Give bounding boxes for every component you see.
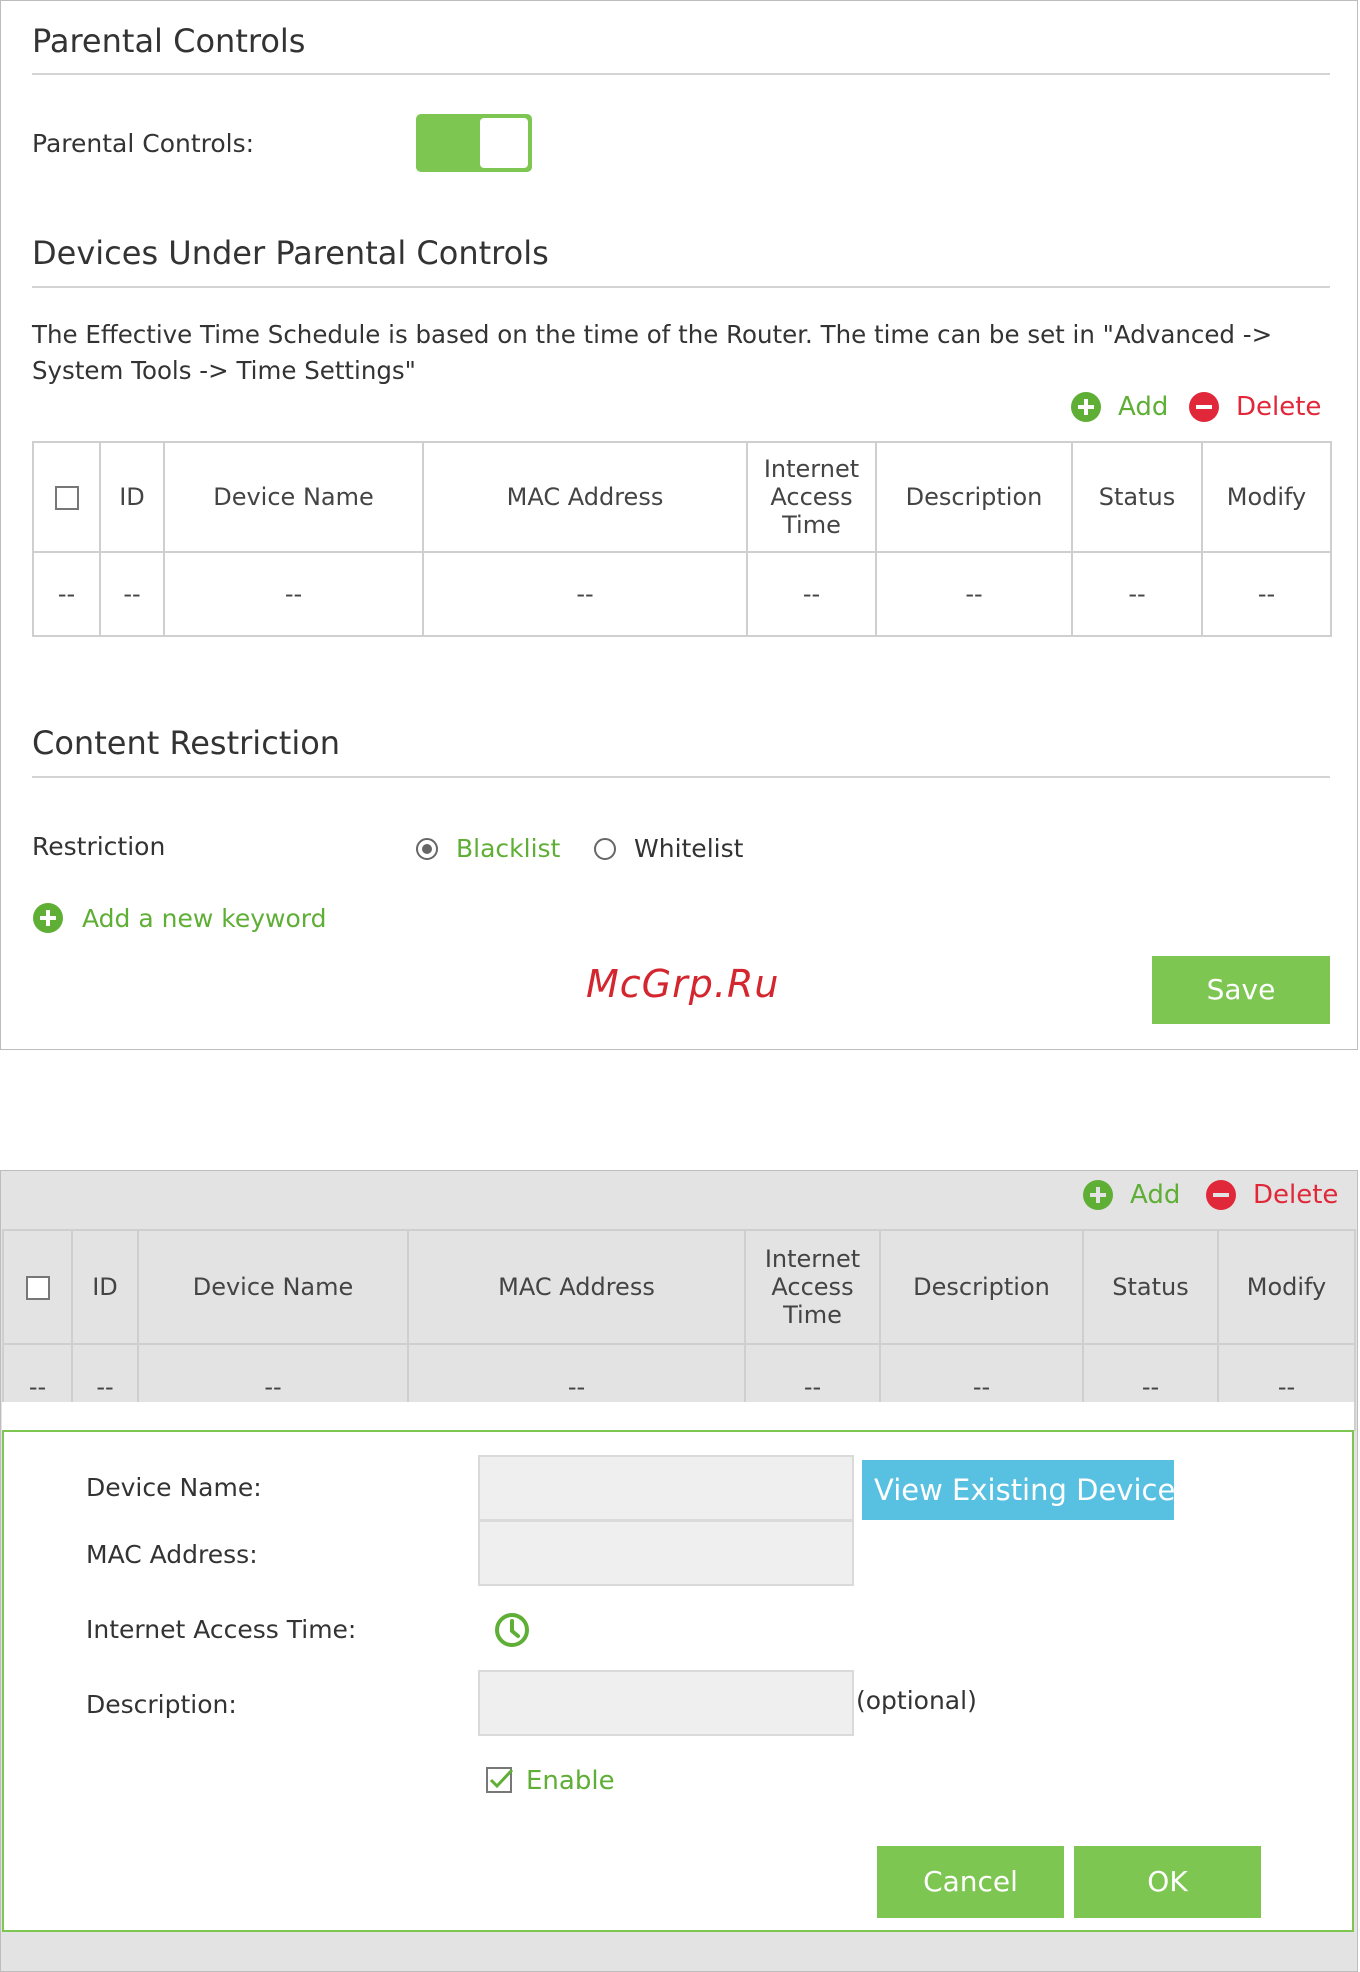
delete-device-button[interactable]: Delete <box>1188 390 1321 424</box>
devices-table: ID Device Name MAC Address Internet Acce… <box>2 1229 1356 1431</box>
devices-table: ID Device Name MAC Address Internet Acce… <box>32 441 1332 637</box>
mac-address-label: MAC Address: <box>86 1540 258 1569</box>
column-header-status: Status <box>1082 1229 1219 1345</box>
column-header-internet-access-time-label: Internet Access Time <box>764 1245 861 1329</box>
table-cell: -- <box>99 551 165 637</box>
plus-circle-icon <box>33 903 63 933</box>
add-keyword-button[interactable]: Add a new keyword <box>32 902 326 934</box>
table-header-row: ID Device Name MAC Address Internet Acce… <box>2 1229 1356 1345</box>
enable-checkbox[interactable]: Enable <box>486 1766 615 1796</box>
watermark: McGrp.Ru <box>586 962 780 1006</box>
column-header-description: Description <box>875 441 1073 553</box>
checkbox-checked-icon <box>486 1767 514 1793</box>
add-label: Add <box>1130 1180 1181 1210</box>
column-header-modify: Modify <box>1201 441 1332 553</box>
cancel-button[interactable]: Cancel <box>877 1846 1064 1918</box>
column-header-device-name: Device Name <box>163 441 424 553</box>
restriction-label: Restriction <box>32 832 166 861</box>
column-header-mac-address: MAC Address <box>422 441 748 553</box>
column-header-status: Status <box>1071 441 1203 553</box>
add-label: Add <box>1118 392 1169 422</box>
radio-blacklist[interactable]: Blacklist <box>416 834 560 863</box>
plus-circle-icon <box>1071 392 1101 422</box>
divider <box>32 776 1330 778</box>
add-keyword-label: Add a new keyword <box>82 903 327 933</box>
parental-controls-label: Parental Controls: <box>32 129 255 158</box>
column-header-id: ID <box>71 1229 139 1345</box>
view-existing-devices-button[interactable]: View Existing Devices <box>862 1460 1174 1520</box>
divider <box>32 286 1330 288</box>
add-device-button[interactable]: Add <box>1070 390 1168 424</box>
add-device-button[interactable]: Add <box>1082 1178 1180 1212</box>
column-header-id: ID <box>99 441 165 553</box>
table-cell: -- <box>1201 551 1332 637</box>
parental-controls-toggle[interactable] <box>416 114 532 172</box>
mac-address-input[interactable] <box>478 1520 854 1586</box>
column-header-internet-access-time-label: Internet Access Time <box>763 455 860 539</box>
content-restriction-title: Content Restriction <box>32 724 341 762</box>
minus-circle-icon <box>1206 1180 1236 1210</box>
column-header-modify: Modify <box>1217 1229 1356 1345</box>
ok-button[interactable]: OK <box>1074 1846 1261 1918</box>
whitelist-label: Whitelist <box>634 834 744 863</box>
column-header-description: Description <box>879 1229 1084 1345</box>
table-cell: -- <box>422 551 748 637</box>
table-cell: -- <box>875 551 1073 637</box>
internet-access-time-label: Internet Access Time: <box>86 1615 357 1644</box>
divider <box>32 73 1330 75</box>
select-all-cell <box>2 1229 73 1345</box>
radio-button <box>594 837 616 860</box>
delete-device-button[interactable]: Delete <box>1205 1178 1338 1212</box>
row-spacer <box>2 1402 1354 1430</box>
optional-hint: (optional) <box>856 1686 977 1715</box>
device-name-label: Device Name: <box>86 1473 262 1502</box>
plus-circle-icon <box>1083 1180 1113 1210</box>
toggle-knob <box>480 118 528 168</box>
table-header-row: ID Device Name MAC Address Internet Acce… <box>32 441 1332 553</box>
delete-label: Delete <box>1236 392 1322 422</box>
radio-button-selected <box>416 837 438 860</box>
description-input[interactable] <box>478 1670 854 1736</box>
delete-label: Delete <box>1253 1180 1339 1210</box>
minus-circle-icon <box>1189 392 1219 422</box>
save-button[interactable]: Save <box>1152 956 1330 1024</box>
table-cell: -- <box>1071 551 1203 637</box>
column-header-device-name: Device Name <box>137 1229 409 1345</box>
clock-icon[interactable] <box>494 1612 530 1648</box>
enable-label: Enable <box>526 1766 615 1796</box>
blacklist-label: Blacklist <box>456 834 561 863</box>
select-all-cell <box>32 441 101 553</box>
parental-controls-title: Parental Controls <box>32 22 306 60</box>
time-schedule-note-line2: System Tools -> Time Settings" <box>32 356 416 385</box>
time-schedule-note-line1: The Effective Time Schedule is based on … <box>32 320 1273 349</box>
table-cell: -- <box>746 551 877 637</box>
column-header-internet-access-time: Internet Access Time <box>744 1229 881 1345</box>
select-all-checkbox[interactable] <box>25 1276 50 1300</box>
table-cell: -- <box>32 551 101 637</box>
description-label: Description: <box>86 1690 237 1719</box>
radio-whitelist[interactable]: Whitelist <box>594 834 743 863</box>
column-header-internet-access-time: Internet Access Time <box>746 441 877 553</box>
column-header-mac-address: MAC Address <box>407 1229 746 1345</box>
select-all-checkbox[interactable] <box>54 486 79 510</box>
table-cell: -- <box>163 551 424 637</box>
devices-section-title: Devices Under Parental Controls <box>32 234 549 272</box>
table-row: -- -- -- -- -- -- -- -- <box>32 551 1332 637</box>
device-name-input[interactable] <box>478 1455 854 1521</box>
